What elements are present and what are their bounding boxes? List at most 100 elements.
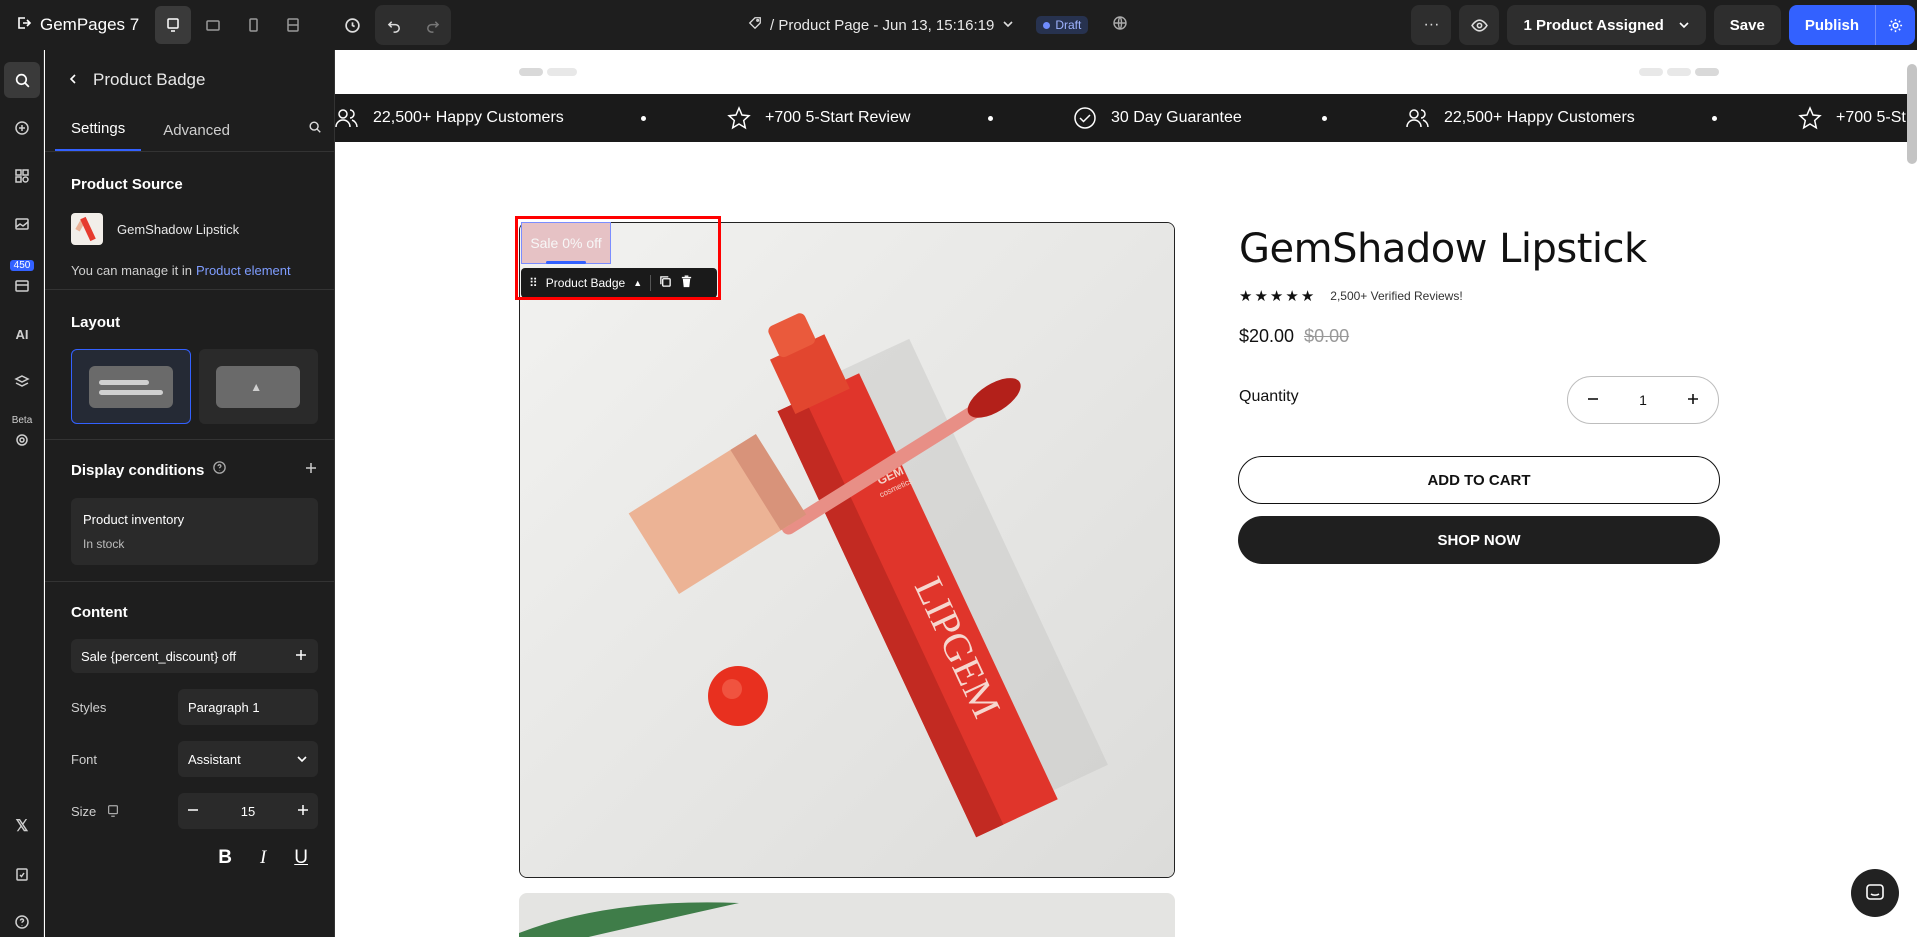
- marquee-item: +700 5-Start Review: [727, 106, 910, 130]
- quantity-value[interactable]: 1: [1639, 392, 1647, 408]
- styles-select[interactable]: Paragraph 1: [178, 689, 318, 725]
- marquee-item: 30 Day Guarantee: [1073, 106, 1242, 130]
- increase-size-button[interactable]: [296, 803, 310, 820]
- layout-title: Layout: [71, 314, 121, 331]
- canvas-scrollbar[interactable]: [1907, 64, 1917, 164]
- globe-icon[interactable]: [1112, 15, 1128, 35]
- pages-button[interactable]: [8, 210, 36, 238]
- mobile-view-button[interactable]: [235, 6, 271, 44]
- editor-canvas[interactable]: 22,500+ Happy Customers +700 5-Start Rev…: [335, 50, 1917, 937]
- apps-button[interactable]: [8, 162, 36, 190]
- page-selector[interactable]: / Product Page - Jun 13, 15:16:19 Draft: [748, 0, 1128, 50]
- product-rating[interactable]: ★ ★ ★ ★ ★ 2,500+ Verified Reviews!: [1239, 287, 1463, 305]
- redo-button[interactable]: [413, 5, 451, 45]
- condition-item[interactable]: Product inventory In stock: [71, 498, 318, 565]
- panel-tabs: Settings Advanced: [45, 110, 334, 152]
- font-select[interactable]: Assistant: [178, 741, 318, 777]
- layout-image-option[interactable]: ▲: [198, 349, 318, 424]
- back-button[interactable]: [67, 70, 79, 90]
- top-bar: GemPages 7 / Product Page - Jun 13, 15:1…: [0, 0, 1917, 50]
- styles-label: Styles: [71, 699, 107, 715]
- product-image-secondary[interactable]: [519, 893, 1175, 937]
- product-element-link[interactable]: Product element: [196, 263, 291, 278]
- settings-beta-icon: [16, 434, 28, 446]
- topbar-actions: ··· 1 Product Assigned Save Publish: [1411, 0, 1917, 50]
- quantity-stepper: 1: [1567, 376, 1719, 424]
- checklist-button[interactable]: [8, 860, 36, 888]
- product-assigned-button[interactable]: 1 Product Assigned: [1507, 5, 1706, 45]
- search-icon: [309, 121, 321, 133]
- styles-value: Paragraph 1: [188, 699, 260, 715]
- draft-badge: Draft: [1036, 16, 1089, 34]
- add-condition-button[interactable]: [304, 461, 318, 480]
- tag-icon: [748, 16, 762, 34]
- add-to-cart-button[interactable]: ADD TO CART: [1238, 456, 1720, 504]
- publish-button[interactable]: Publish: [1788, 5, 1875, 45]
- chat-button[interactable]: [1851, 869, 1899, 917]
- text-layout-icon: [88, 365, 173, 408]
- more-button[interactable]: ···: [1411, 5, 1452, 45]
- publish-settings-button[interactable]: [1875, 5, 1915, 45]
- manage-label: You can manage it in: [71, 263, 192, 278]
- desktop-icon: [167, 18, 179, 32]
- responsive-view-button[interactable]: [275, 6, 311, 44]
- plus-icon: [1687, 393, 1698, 404]
- undo-button[interactable]: [375, 5, 413, 45]
- tablet-view-button[interactable]: [195, 6, 231, 44]
- increase-quantity-button[interactable]: [1686, 392, 1700, 409]
- ai-icon: AI: [15, 326, 29, 342]
- info-icon[interactable]: [212, 460, 227, 480]
- layout-options: ▲: [71, 349, 318, 424]
- marquee-separator: [988, 115, 993, 121]
- badge-text-field[interactable]: Sale {percent_discount} off: [71, 639, 318, 673]
- clock-icon: [344, 17, 360, 33]
- size-label-wrap: Size: [71, 804, 120, 819]
- help-button[interactable]: [8, 908, 36, 936]
- page-title-text: / Product Page - Jun 13, 15:16:19: [770, 16, 995, 34]
- panel-search-button[interactable]: [308, 120, 322, 139]
- ai-button[interactable]: AI: [8, 320, 36, 348]
- minus-icon: [1588, 397, 1598, 400]
- history-button[interactable]: [334, 6, 370, 44]
- variables-button[interactable]: 𝕏: [8, 812, 36, 840]
- library-button[interactable]: [8, 272, 36, 300]
- decrease-quantity-button[interactable]: [1586, 392, 1600, 409]
- chat-icon: [1866, 884, 1884, 900]
- more-icon: ···: [1423, 16, 1440, 33]
- marquee-separator: [1712, 115, 1717, 121]
- product-price[interactable]: $20.00 $0.00: [1239, 326, 1349, 347]
- layers-button[interactable]: [8, 368, 36, 396]
- product-image[interactable]: LIPGEM GEM cosmetics: [519, 222, 1175, 878]
- shop-now-button[interactable]: SHOP NOW: [1238, 516, 1720, 564]
- search-icon: [15, 73, 29, 87]
- content-title: Content: [71, 604, 128, 621]
- size-value[interactable]: 15: [241, 804, 255, 819]
- tab-advanced[interactable]: Advanced: [163, 122, 230, 151]
- product-source-row[interactable]: GemShadow Lipstick: [71, 213, 318, 245]
- chevron-down-icon: [1002, 17, 1014, 34]
- add-element-button[interactable]: [8, 114, 36, 142]
- preview-button[interactable]: [1459, 5, 1500, 45]
- theme-settings-button[interactable]: [8, 426, 36, 454]
- product-title[interactable]: GemShadow Lipstick: [1239, 226, 1647, 272]
- marquee-banner[interactable]: 22,500+ Happy Customers +700 5-Start Rev…: [335, 94, 1917, 142]
- decrease-size-button[interactable]: [186, 803, 200, 820]
- bold-icon[interactable]: B: [218, 847, 232, 869]
- styles-row: Styles Paragraph 1: [71, 689, 318, 725]
- placeholder-skeleton: [1667, 68, 1691, 76]
- tab-settings[interactable]: Settings: [55, 120, 142, 151]
- gempages-logo[interactable]: GemPages 7: [0, 15, 139, 36]
- chevron-down-icon: [1679, 22, 1689, 29]
- search-elements-button[interactable]: [4, 62, 40, 98]
- marquee-separator: [641, 115, 646, 121]
- save-button[interactable]: Save: [1713, 5, 1781, 45]
- tablet-icon: [206, 20, 220, 31]
- quantity-label: Quantity: [1239, 388, 1299, 405]
- manage-text: You can manage it in Product element: [71, 263, 318, 278]
- layout-text-option[interactable]: [71, 349, 191, 424]
- italic-icon[interactable]: I: [260, 847, 266, 869]
- size-stepper: 15: [178, 793, 318, 829]
- underline-icon[interactable]: U: [294, 847, 308, 869]
- insert-variable-button[interactable]: [294, 648, 308, 665]
- desktop-view-button[interactable]: [155, 6, 191, 44]
